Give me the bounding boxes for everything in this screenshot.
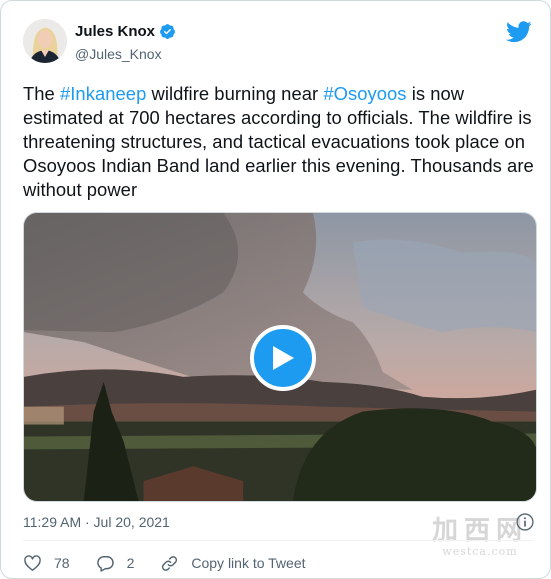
link-icon bbox=[162, 555, 178, 571]
reply-button[interactable]: 2 bbox=[96, 554, 135, 573]
info-icon[interactable] bbox=[515, 512, 535, 532]
watermark-subtitle: westca.com bbox=[442, 545, 518, 558]
author-name[interactable]: Jules Knox bbox=[75, 23, 176, 40]
reply-icon bbox=[96, 555, 114, 572]
tweet-card[interactable]: Jules Knox @Jules_Knox The #Inkaneep wil… bbox=[0, 0, 551, 579]
divider bbox=[23, 540, 533, 541]
avatar[interactable] bbox=[23, 19, 67, 63]
action-bar: 78 2 Copy link to Tweet bbox=[23, 552, 332, 574]
hashtag-link[interactable]: #Inkaneep bbox=[60, 83, 146, 104]
twitter-bird-icon[interactable] bbox=[506, 21, 532, 43]
reply-count: 2 bbox=[126, 555, 135, 571]
play-button[interactable] bbox=[250, 325, 316, 391]
watermark: 加西网 westca.com bbox=[432, 517, 528, 558]
tweet-text: The #Inkaneep wildfire burning near #Oso… bbox=[23, 82, 535, 202]
like-count: 78 bbox=[54, 555, 70, 571]
tweet-text-segment: wildfire burning near bbox=[146, 83, 324, 104]
author-handle[interactable]: @Jules_Knox bbox=[75, 46, 162, 62]
tweet-timestamp[interactable]: 11:29 AM · Jul 20, 2021 bbox=[23, 514, 170, 530]
author-name-text[interactable]: Jules Knox bbox=[75, 23, 155, 40]
copy-link-button[interactable]: Copy link to Tweet bbox=[160, 554, 306, 573]
like-button[interactable]: 78 bbox=[23, 554, 70, 573]
video-player[interactable] bbox=[23, 212, 537, 502]
play-icon bbox=[273, 346, 294, 370]
heart-icon bbox=[24, 554, 41, 571]
verified-badge-icon bbox=[160, 24, 175, 39]
hashtag-link[interactable]: #Osoyoos bbox=[323, 83, 406, 104]
copy-link-label: Copy link to Tweet bbox=[191, 555, 306, 571]
tweet-text-segment: The bbox=[23, 83, 60, 104]
